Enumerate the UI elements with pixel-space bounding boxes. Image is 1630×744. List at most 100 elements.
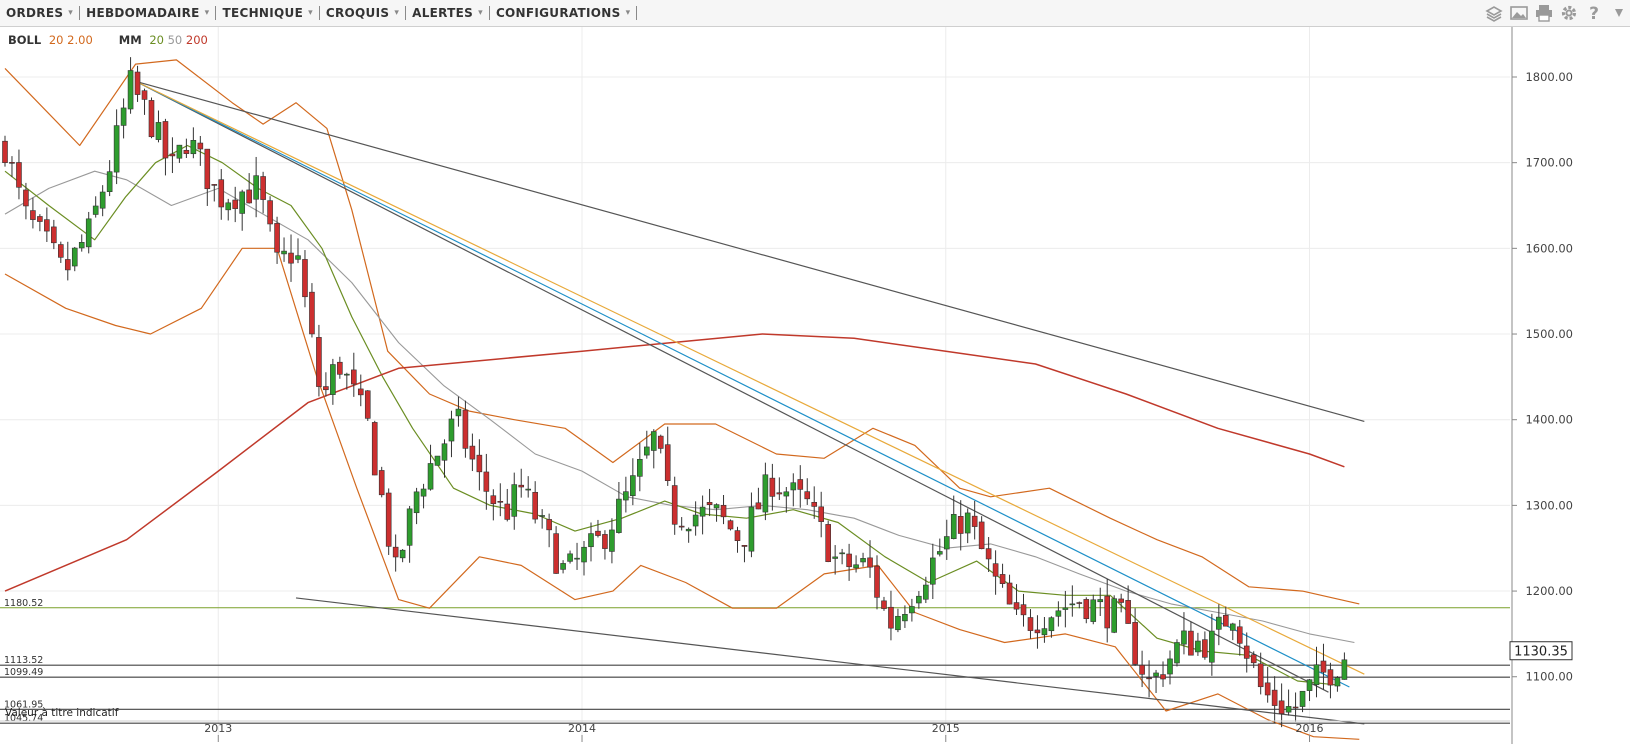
candle-up <box>643 446 650 456</box>
y-tick-label: 1300.00 <box>1525 498 1573 512</box>
candle-up <box>923 584 929 600</box>
candle-up <box>1090 599 1097 622</box>
candle-down <box>985 548 992 560</box>
candle-up <box>1069 603 1076 606</box>
candle-up <box>943 536 950 550</box>
candle-up <box>560 563 566 570</box>
candle-up <box>176 144 183 159</box>
level-label: 1099.49 <box>4 667 43 678</box>
candle-down <box>825 524 831 562</box>
menu-configurations[interactable]: CONFIGURATIONS ▾ <box>490 6 638 20</box>
candle-down <box>1236 626 1243 644</box>
candle-down <box>162 121 169 159</box>
candle-down <box>811 501 818 507</box>
candle-down <box>706 502 713 505</box>
candle-up <box>567 553 573 562</box>
candle-down <box>1320 660 1327 673</box>
candle-up <box>1229 623 1236 631</box>
candle-up <box>78 242 85 249</box>
candle-up <box>1111 598 1117 633</box>
candle-down <box>267 200 273 225</box>
candle-down <box>316 337 322 387</box>
ma20-line <box>4 144 1341 686</box>
menu-croquis[interactable]: CROQUIS ▾ <box>320 6 407 20</box>
candle-up <box>616 498 622 533</box>
gear-icon[interactable] <box>1558 2 1580 24</box>
candle-down <box>1034 629 1041 634</box>
candle-down <box>518 484 525 488</box>
image-icon[interactable] <box>1508 2 1530 24</box>
candle-down <box>657 435 664 449</box>
candle-down <box>469 445 476 460</box>
candle-down <box>364 390 371 419</box>
candle-up <box>1153 672 1159 677</box>
candle-up <box>909 606 915 614</box>
candle-up <box>1299 690 1306 707</box>
candle-up <box>581 546 587 563</box>
candle-up <box>225 202 232 211</box>
candle-up <box>99 191 106 209</box>
candle-down <box>1257 663 1264 688</box>
candle-up <box>699 506 706 517</box>
candle-up <box>120 107 127 126</box>
chart-axes: 1100.00 1200.00 1300.00 1400.00 1500.00 1600.… <box>0 27 1573 744</box>
candle-up <box>413 491 420 514</box>
candle-down <box>1160 674 1166 680</box>
menu-bar: ORDRES ▾ HEBDOMADAIRE ▾ TECHNIQUE ▾ CROQUIS ▾ AL… <box>0 0 638 26</box>
candle-down <box>148 100 155 138</box>
candle-down <box>490 495 497 505</box>
candle-down <box>818 506 824 522</box>
candle-down <box>1271 689 1278 706</box>
candle-down <box>1013 602 1020 610</box>
candle-down <box>1020 604 1027 616</box>
chevron-down-icon: ▾ <box>625 8 631 18</box>
candle-down <box>741 545 748 547</box>
candle-down <box>992 563 999 577</box>
chevron-down-icon: ▾ <box>478 8 483 18</box>
print-icon[interactable] <box>1533 2 1555 24</box>
candle-down <box>546 519 552 531</box>
layers-icon[interactable] <box>1483 2 1505 24</box>
candle-down <box>602 534 608 549</box>
candle-up <box>525 488 532 491</box>
candle-down <box>23 189 29 207</box>
candle-down <box>1278 700 1285 714</box>
candle-up <box>113 125 120 173</box>
toolbar: ORDRES ▾ HEBDOMADAIRE ▾ TECHNIQUE ▾ CROQUIS ▾ AL… <box>0 0 1630 27</box>
candle-down <box>337 361 343 375</box>
candle-up <box>434 455 441 466</box>
candle-up <box>155 122 162 140</box>
candle-up <box>1041 628 1048 636</box>
candle-down <box>64 259 71 271</box>
candle-up <box>839 552 845 555</box>
candle-up <box>790 482 797 491</box>
candle-down <box>1146 677 1152 680</box>
level-label: 1180.52 <box>4 598 43 609</box>
y-tick-label: 1100.00 <box>1525 670 1573 684</box>
candle-down <box>1132 622 1138 665</box>
candle-up <box>295 255 301 260</box>
menu-alertes[interactable]: ALERTES ▾ <box>406 6 490 20</box>
menu-hebdomadaire[interactable]: HEBDOMADAIRE ▾ <box>80 6 217 20</box>
candle-up <box>964 512 971 534</box>
candle-down <box>1327 669 1334 686</box>
candle-up <box>399 549 406 559</box>
menu-label: CROQUIS <box>325 6 390 20</box>
candle-up <box>574 557 580 560</box>
price-chart[interactable]: 1180.521113.521099.491061.951045.74 1100… <box>0 27 1630 744</box>
y-tick-label: 1500.00 <box>1525 327 1573 341</box>
help-icon[interactable]: ? <box>1583 2 1605 24</box>
candle-up <box>950 514 957 539</box>
more-icon[interactable] <box>1608 2 1630 24</box>
svg-text:?: ? <box>1589 4 1599 23</box>
candle-down <box>978 521 985 550</box>
chevron-down-icon: ▾ <box>394 8 400 18</box>
candle-up <box>930 557 936 585</box>
candle-down <box>776 492 783 495</box>
menu-ordres[interactable]: ORDRES ▾ <box>0 6 81 20</box>
moving-averages <box>4 144 1355 686</box>
candle-up <box>1209 630 1215 663</box>
candle-down <box>1118 598 1124 603</box>
menu-technique[interactable]: TECHNIQUE ▾ <box>216 6 320 20</box>
candle-down <box>246 189 252 204</box>
